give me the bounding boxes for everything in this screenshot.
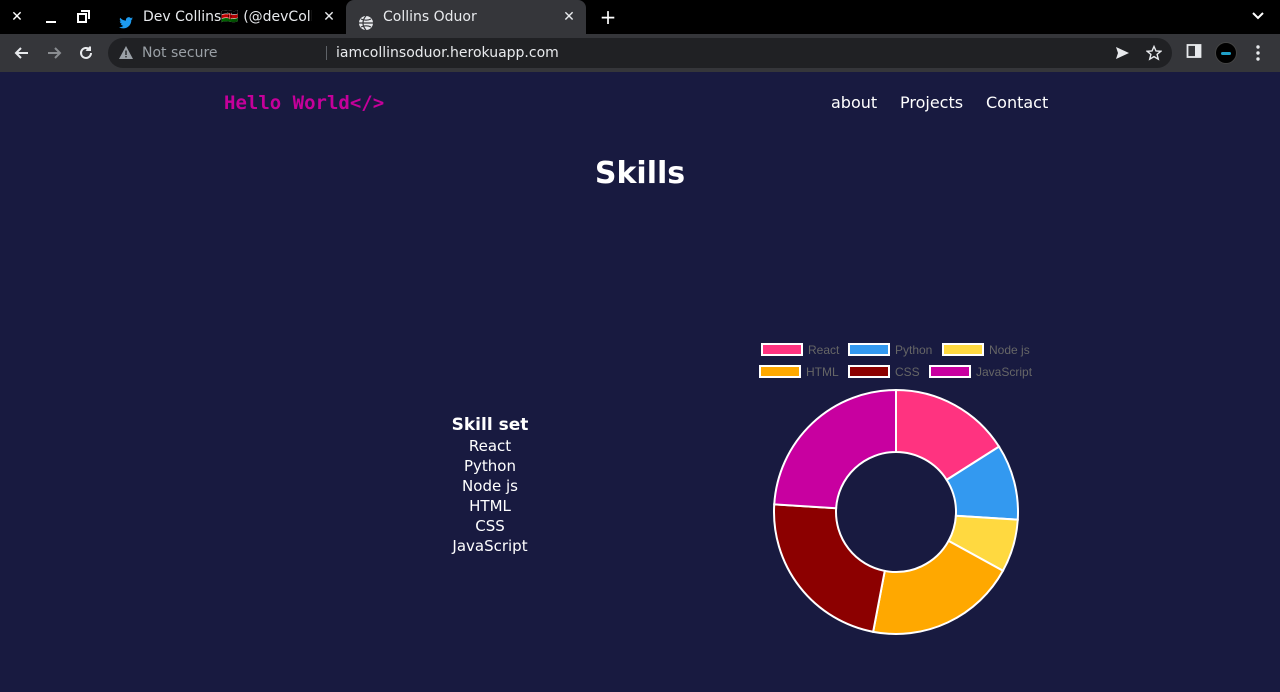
skill-list-item: Node js	[462, 477, 518, 495]
skill-list-item: JavaScript	[452, 537, 528, 555]
skills-doughnut-chart[interactable]	[764, 382, 1028, 646]
close-tab-icon[interactable]: ✕	[322, 0, 336, 34]
legend-label: HTML	[806, 365, 839, 379]
side-panel-icon[interactable]	[1184, 43, 1204, 63]
tab-title: Dev Collins🇰🇪 (@devCollins	[143, 9, 312, 25]
doughnut-slice-css[interactable]	[773, 503, 886, 634]
legend-label: JavaScript	[976, 365, 1033, 379]
legend-swatch	[929, 365, 971, 378]
tab-collins-oduor[interactable]: Collins Oduor ✕	[346, 0, 586, 34]
address-separator	[326, 46, 327, 60]
close-tab-icon[interactable]: ✕	[562, 0, 576, 34]
forward-arrow-icon[interactable]	[44, 43, 64, 63]
legend-swatch	[848, 365, 890, 378]
address-bar[interactable]: Not secure iamcollinsoduor.herokuapp.com	[108, 38, 1172, 68]
send-tab-icon[interactable]	[1114, 45, 1130, 61]
legend-label: Python	[895, 343, 933, 357]
tab-search-chevron-icon[interactable]	[1248, 8, 1268, 26]
nav-link-projects[interactable]: Projects	[900, 93, 963, 112]
nav-link-about[interactable]: about	[831, 93, 877, 112]
minimize-window-icon[interactable]	[42, 8, 60, 26]
profile-avatar[interactable]	[1215, 42, 1237, 64]
skill-list-item: Python	[464, 457, 516, 475]
more-options-icon[interactable]	[1248, 43, 1268, 63]
skill-list-item: React	[468, 437, 512, 455]
skill-list-item: HTML	[469, 497, 511, 515]
close-window-icon[interactable]: ✕	[8, 8, 26, 26]
back-arrow-icon[interactable]	[12, 43, 32, 63]
security-status-label[interactable]: Not secure	[142, 38, 218, 68]
legend-swatch	[759, 365, 801, 378]
twitter-bird-icon	[118, 10, 134, 29]
reload-icon[interactable]	[76, 43, 96, 63]
legend-label: Node js	[989, 343, 1030, 357]
legend-swatch	[942, 343, 984, 356]
browser-toolbar: Not secure iamcollinsoduor.herokuapp.com	[0, 34, 1280, 72]
url-text[interactable]: iamcollinsoduor.herokuapp.com	[336, 38, 559, 68]
new-tab-icon[interactable]: +	[598, 7, 618, 27]
globe-icon	[358, 10, 374, 31]
skill-list-item: CSS	[475, 517, 505, 535]
warning-triangle-icon[interactable]	[118, 45, 134, 61]
bookmark-star-icon[interactable]	[1145, 44, 1163, 61]
nav-link-contact[interactable]: Contact	[986, 93, 1048, 112]
legend-label: CSS	[895, 365, 920, 379]
legend-label: React	[808, 343, 840, 357]
legend-swatch	[848, 343, 890, 356]
tab-title: Collins Oduor	[383, 9, 477, 25]
skill-set-list: Skill set React Python Node js HTML CSS …	[390, 414, 590, 556]
skill-set-heading: Skill set	[451, 415, 529, 435]
legend-swatch	[761, 343, 803, 356]
doughnut-slice-javascript[interactable]	[773, 388, 897, 510]
site-logo[interactable]: Hello World</>	[224, 92, 384, 114]
skills-section-title: Skills	[594, 156, 686, 191]
restore-window-icon[interactable]	[74, 8, 92, 26]
browser-tab-strip: ✕ Dev Collins🇰🇪 (@devCollins ✕ Collins O…	[0, 0, 1280, 34]
tab-twitter[interactable]: Dev Collins🇰🇪 (@devCollins ✕	[106, 0, 346, 34]
